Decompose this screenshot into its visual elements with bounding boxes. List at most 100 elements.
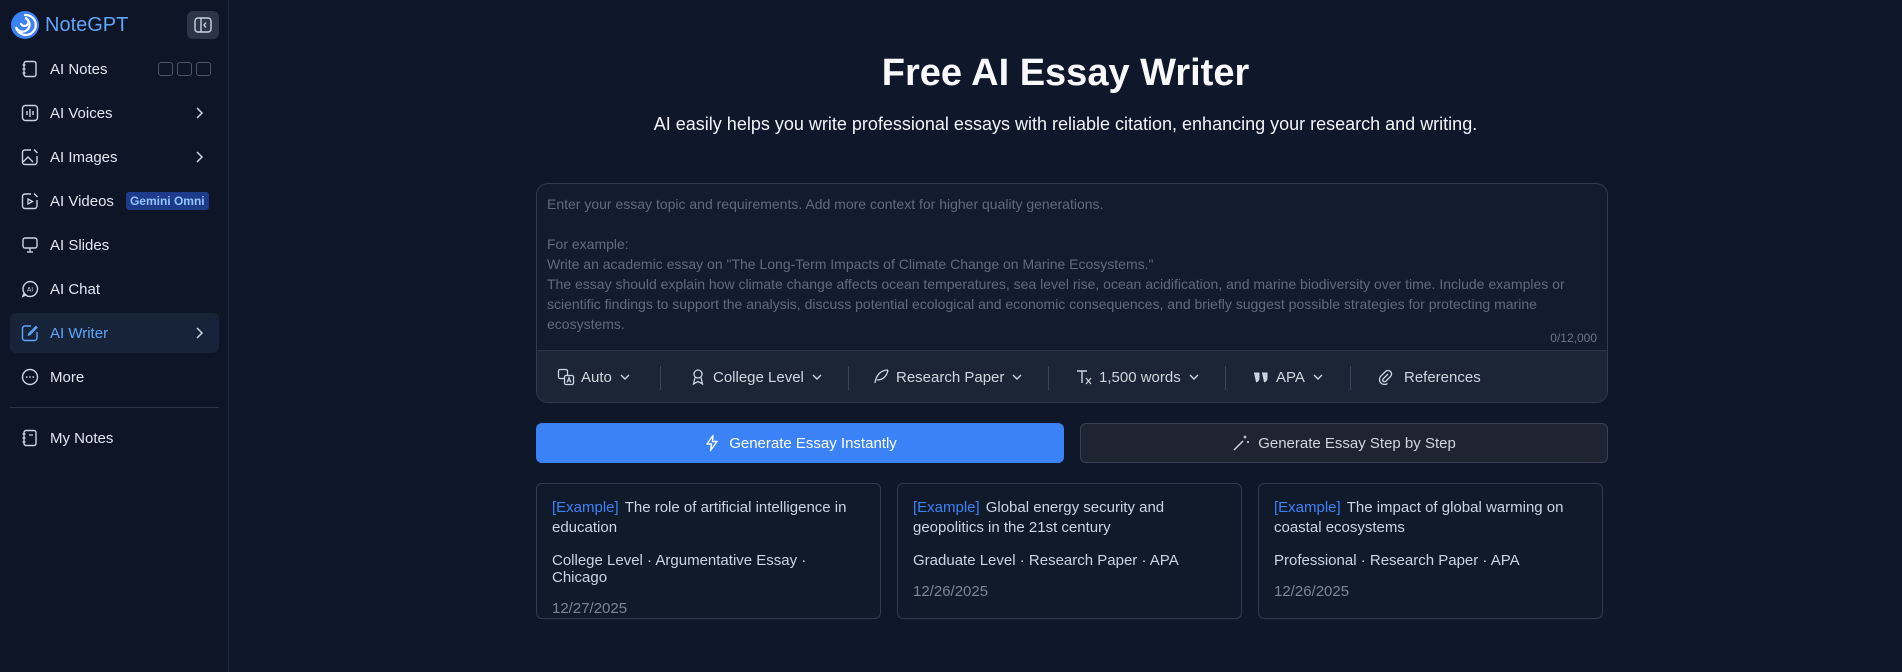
image-edit-icon: [20, 147, 40, 167]
example-card[interactable]: [Example] The role of artificial intellig…: [536, 483, 881, 619]
sidebar-item-more[interactable]: More: [10, 357, 219, 397]
note-source-icons: [158, 62, 211, 76]
toolbar-separator: [1225, 366, 1226, 390]
sidebar-item-label: AI Voices: [50, 104, 113, 122]
sidebar-item-ai-images[interactable]: AI Images: [10, 137, 219, 177]
pen-write-icon: [20, 323, 40, 343]
sidebar-item-ai-slides[interactable]: AI Slides: [10, 225, 219, 265]
references-label: References: [1404, 368, 1481, 386]
essay-options-toolbar: Auto College Level Research Paper 1,500 …: [537, 350, 1607, 402]
toolbar-separator: [848, 366, 849, 390]
sidebar-nav: AI Notes AI Voices AI Images AI Videos G…: [10, 49, 219, 462]
chevron-down-icon: [1012, 374, 1022, 380]
example-date: 12/27/2025: [552, 600, 628, 617]
translate-icon: [557, 368, 575, 386]
chevron-right-icon: [196, 151, 204, 163]
lightning-icon: [706, 434, 718, 452]
example-meta: College Level · Argumentative Essay · Ch…: [552, 552, 807, 586]
sidebar: NoteGPT AI Notes AI Voices AI Images AI …: [0, 0, 229, 672]
brand[interactable]: NoteGPT: [10, 10, 128, 40]
quote-icon: [1254, 372, 1268, 383]
feather-pen-icon: [874, 369, 889, 384]
text-size-icon: [1077, 370, 1092, 385]
chevron-down-icon: [1189, 374, 1199, 380]
example-card[interactable]: [Example] Global energy security and geop…: [897, 483, 1242, 619]
sidebar-item-my-notes[interactable]: My Notes: [10, 418, 219, 458]
video-edit-icon: [20, 191, 40, 211]
language-select[interactable]: Auto: [557, 368, 632, 386]
sidebar-collapse-button[interactable]: [187, 11, 219, 39]
example-date: 12/26/2025: [1274, 583, 1350, 600]
chevron-right-icon: [196, 107, 204, 119]
example-tag: [Example]: [913, 499, 980, 516]
sidebar-item-ai-chat[interactable]: AI AI Chat: [10, 269, 219, 309]
chevron-down-icon: [1313, 374, 1323, 380]
sidebar-divider: [10, 407, 219, 408]
sidebar-item-label: AI Writer: [50, 324, 109, 342]
essay-type-value: Research Paper: [896, 368, 1005, 386]
sidebar-item-label: AI Videos: [50, 192, 114, 210]
example-title: [Example] The impact of global warming on…: [1274, 498, 1587, 538]
svg-text:AI: AI: [27, 286, 33, 294]
citation-select[interactable]: APA: [1252, 368, 1325, 386]
example-tag: [Example]: [552, 499, 619, 516]
example-tag: [Example]: [1274, 499, 1341, 516]
language-value: Auto: [581, 368, 612, 386]
essay-type-select[interactable]: Research Paper: [872, 368, 1024, 386]
chevron-right-icon: [196, 327, 204, 339]
sidebar-item-label: AI Chat: [50, 280, 101, 298]
generate-instantly-label: Generate Essay Instantly: [729, 434, 897, 452]
sidebar-item-ai-writer[interactable]: AI Writer: [10, 313, 219, 353]
more-dots-icon: [20, 367, 40, 387]
sidebar-item-label: AI Notes: [50, 60, 108, 78]
paperclip-icon: [1378, 369, 1393, 386]
toolbar-separator: [1350, 366, 1351, 390]
example-meta: Professional · Research Paper · APA: [1274, 552, 1520, 569]
notegpt-logo-icon: [11, 11, 39, 39]
length-select[interactable]: 1,500 words: [1075, 368, 1201, 386]
gemini-omni-badge: Gemini Omni: [125, 192, 209, 210]
citation-value: APA: [1276, 368, 1305, 386]
level-select[interactable]: College Level: [689, 368, 824, 386]
essay-editor: Enter your essay topic and requirements.…: [536, 183, 1608, 403]
youtube-icon: [158, 62, 173, 76]
sidebar-item-label: My Notes: [50, 429, 114, 447]
toolbar-separator: [660, 366, 661, 390]
page-subtitle: AI easily helps you write professional e…: [653, 114, 1478, 134]
chevron-down-icon: [812, 374, 822, 380]
references-button[interactable]: References: [1376, 368, 1481, 386]
toolbar-separator: [1048, 366, 1049, 390]
sidebar-item-ai-voices[interactable]: AI Voices: [10, 93, 219, 133]
chevron-down-icon: [620, 374, 630, 380]
page-title: Free AI Essay Writer: [881, 52, 1250, 94]
generate-step-label: Generate Essay Step by Step: [1258, 434, 1456, 452]
example-title: [Example] The role of artificial intellig…: [552, 498, 865, 538]
char-count: 0/12,000: [1550, 331, 1597, 345]
ai-chat-icon: AI: [20, 279, 40, 299]
sidebar-item-label: More: [50, 368, 85, 386]
waveform-icon: [20, 103, 40, 123]
notes-book-icon: [20, 428, 40, 448]
length-value: 1,500 words: [1099, 368, 1181, 386]
presentation-icon: [20, 235, 40, 255]
notebook-icon: [20, 59, 40, 79]
graduation-icon: [692, 369, 704, 386]
sidebar-toggle-icon: [194, 17, 212, 33]
example-title: [Example] Global energy security and geop…: [913, 498, 1226, 538]
generate-instantly-button[interactable]: Generate Essay Instantly: [536, 423, 1064, 463]
sidebar-item-ai-videos[interactable]: AI Videos Gemini Omni: [10, 181, 219, 221]
caption-icon: [177, 62, 192, 76]
sidebar-item-label: AI Slides: [50, 236, 110, 254]
brand-name: NoteGPT: [45, 13, 129, 36]
level-value: College Level: [713, 368, 804, 386]
generate-step-by-step-button[interactable]: Generate Essay Step by Step: [1080, 423, 1608, 463]
example-card[interactable]: [Example] The impact of global warming on…: [1258, 483, 1603, 619]
magic-wand-icon: [1233, 435, 1250, 451]
sidebar-item-ai-notes[interactable]: AI Notes: [10, 49, 219, 89]
essay-prompt-input[interactable]: Enter your essay topic and requirements.…: [547, 194, 1597, 338]
main-content: Free AI Essay Writer AI easily helps you…: [229, 0, 1902, 672]
example-date: 12/26/2025: [913, 583, 989, 600]
document-icon: [196, 62, 211, 76]
sidebar-item-label: AI Images: [50, 148, 118, 166]
example-meta: Graduate Level · Research Paper · APA: [913, 552, 1179, 569]
